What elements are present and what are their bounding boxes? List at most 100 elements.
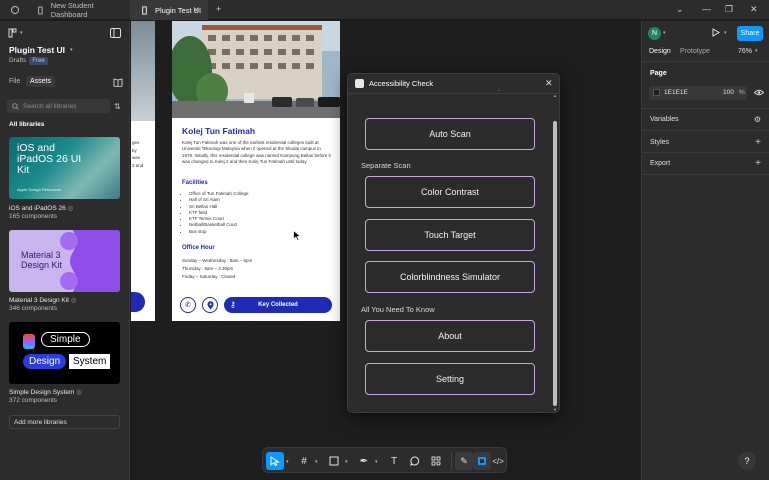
main-menu-button[interactable]: ▾ (8, 28, 23, 38)
chevron-down-icon[interactable]: ▾ (315, 459, 318, 465)
draw-icon: ✎ (460, 455, 468, 466)
divider (642, 152, 769, 153)
share-button[interactable]: Share (737, 26, 763, 41)
maximize-icon[interactable]: ❐ (725, 4, 733, 15)
key-icon: ⚷ (230, 300, 236, 309)
text-icon: T (390, 455, 398, 467)
pen-icon: ✒ (359, 455, 369, 467)
location-pin-icon (207, 300, 213, 309)
search-libraries-input[interactable]: Search all libraries (7, 99, 110, 113)
shape-tool-button[interactable] (325, 452, 343, 470)
setting-button[interactable]: Setting (365, 363, 535, 395)
add-export-icon[interactable]: + (755, 158, 761, 169)
play-icon (712, 28, 720, 37)
dev-mode-button[interactable]: </> (489, 452, 507, 470)
touch-target-button[interactable]: Touch Target (365, 219, 535, 251)
pointer-icon (270, 456, 280, 466)
new-tab-icon[interactable]: + (216, 4, 221, 14)
close-tab-icon[interactable]: ✕ (192, 5, 200, 16)
library-book-icon[interactable] (113, 78, 123, 87)
tab-prototype[interactable]: Prototype (680, 48, 710, 55)
left-panel: ▾ Plugin Test UI ▾ Drafts Free File Asset… (0, 21, 130, 480)
text-tool-button[interactable]: T (385, 452, 403, 470)
chevron-down-icon: ▾ (20, 30, 23, 36)
about-button[interactable]: About (365, 320, 535, 352)
library-card-material[interactable]: Material 3 Design Kit (9, 230, 120, 292)
plugin-scrollbar[interactable]: ▲ ▼ (553, 93, 557, 412)
colorblindness-simulator-button[interactable]: Colorblindness Simulator (365, 261, 535, 293)
file-name[interactable]: Plugin Test UI ▾ (9, 45, 73, 55)
avatar[interactable]: N (648, 27, 661, 40)
tab-file[interactable]: File (9, 78, 20, 85)
move-tool-button[interactable] (266, 452, 284, 470)
scroll-up-indicator: ˆ (498, 90, 500, 96)
scroll-up-arrow-icon[interactable]: ▲ (553, 93, 557, 98)
divider (642, 108, 769, 109)
chevron-down-icon[interactable]: ▾ (345, 459, 348, 465)
zoom-control[interactable]: 76% ▾ (738, 48, 758, 55)
variables-label: Variables (650, 116, 679, 123)
color-contrast-button[interactable]: Color Contrast (365, 176, 535, 208)
project-info: Drafts Free (9, 57, 48, 65)
tab-plugin-test-ui[interactable]: Plugin Test UI ✕ (130, 0, 208, 20)
scrollbar-thumb[interactable] (553, 121, 557, 406)
eye-icon[interactable] (754, 89, 764, 96)
frame-text-fragment: ges by was 2 and (132, 140, 144, 168)
library-card-simple[interactable]: Simple Design System (9, 322, 120, 384)
variables-row[interactable]: Variables ⚙ (650, 115, 761, 124)
actions-button[interactable] (427, 452, 445, 470)
add-style-icon[interactable]: + (755, 137, 761, 148)
frame-tool-button[interactable]: # (295, 452, 313, 470)
export-row[interactable]: Export + (650, 158, 761, 169)
filter-icon[interactable]: ⇅ (114, 102, 121, 111)
all-you-need-to-know-label: All You Need To Know (361, 305, 435, 314)
chevron-down-icon[interactable]: ▾ (375, 459, 378, 465)
office-hour-heading: Office Hour (182, 245, 215, 251)
present-button[interactable] (712, 28, 720, 37)
tab-new-student-dashboard[interactable]: New Student Dashboard (26, 0, 130, 20)
frame-description: Kolej Tun Fatimah was one of the earlies… (182, 140, 331, 164)
page-color-field[interactable]: 1E1E1E 100 % (649, 86, 747, 100)
tab-design[interactable]: Design (649, 48, 671, 55)
tab-assets[interactable]: Assets (26, 76, 56, 87)
scroll-down-arrow-icon[interactable]: ▼ (553, 407, 557, 412)
color-swatch[interactable] (653, 89, 660, 96)
chevron-down-icon: ▾ (755, 48, 758, 54)
bottom-toolbar: ▾ # ▾ ▾ ✒ ▾ T ✎ </> (262, 447, 507, 473)
variables-settings-icon[interactable]: ⚙ (754, 115, 761, 124)
divider (451, 452, 452, 470)
frame-kolej-tun-fatimah[interactable]: Kolej Tun Fatimah Kolej Tun Fatimah was … (172, 21, 340, 321)
help-button[interactable]: ? (738, 452, 756, 470)
key-collected-button[interactable]: ⚷ Key Collected (224, 297, 332, 313)
close-icon[interactable]: ✕ (545, 78, 553, 89)
home-tab[interactable] (0, 0, 26, 20)
auto-scan-button[interactable]: Auto Scan (365, 118, 535, 150)
comment-tool-button[interactable] (406, 452, 424, 470)
call-button[interactable]: ✆ (180, 297, 196, 313)
chevron-down-icon[interactable]: ▾ (286, 459, 289, 465)
list-item: Bus stop (189, 229, 248, 235)
draw-mode-button[interactable]: ✎ (455, 452, 473, 470)
toggle-sidebar-icon[interactable] (110, 28, 121, 38)
page-heading: Page (650, 70, 667, 77)
frame-button[interactable] (131, 292, 145, 312)
pen-tool-button[interactable]: ✒ (355, 452, 373, 470)
chevron-down-icon[interactable]: ⌄ (676, 4, 684, 15)
page-color-value[interactable]: 1E1E1E (664, 89, 688, 96)
close-window-icon[interactable]: ✕ (750, 4, 758, 15)
frame-previous[interactable]: ges by was 2 and (131, 21, 155, 321)
figma-menu-icon (8, 28, 17, 38)
styles-label: Styles (650, 139, 670, 146)
add-more-libraries-button[interactable]: Add more libraries (9, 415, 120, 429)
community-icon: ◎ (70, 297, 77, 304)
minimize-icon[interactable]: — (702, 4, 711, 14)
cover-word-simple: Simple (41, 332, 90, 347)
location-button[interactable] (202, 297, 218, 313)
styles-row[interactable]: Styles + (650, 137, 761, 148)
search-icon (12, 102, 19, 110)
divider (642, 130, 769, 131)
zoom-value: 76% (738, 48, 753, 55)
library-card-ios[interactable]: iOS and iPadOS 26 UI Kit Apple Design Re… (9, 137, 120, 199)
library-cover-footer: Apple Design Resources (17, 187, 62, 192)
page-opacity-value[interactable]: 100 (723, 89, 734, 96)
